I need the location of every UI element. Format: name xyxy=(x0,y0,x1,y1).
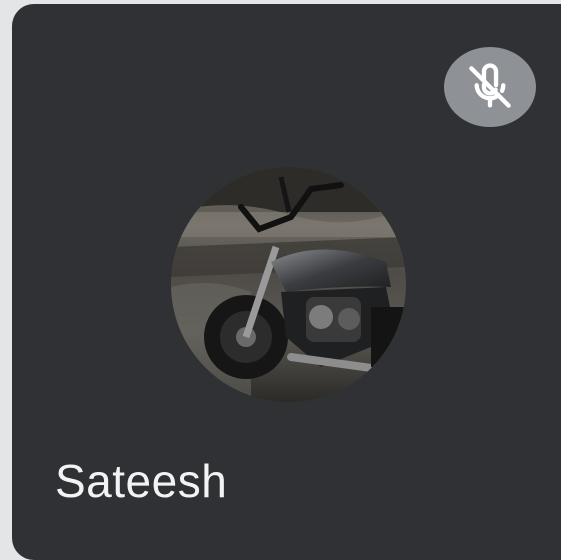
participant-name: Sateesh xyxy=(55,455,228,507)
participant-tile[interactable]: Sateesh xyxy=(12,4,561,560)
avatar xyxy=(171,167,406,402)
mic-off-icon xyxy=(469,63,511,108)
motorcycle-photo xyxy=(171,167,406,402)
mic-off-badge xyxy=(444,47,536,127)
